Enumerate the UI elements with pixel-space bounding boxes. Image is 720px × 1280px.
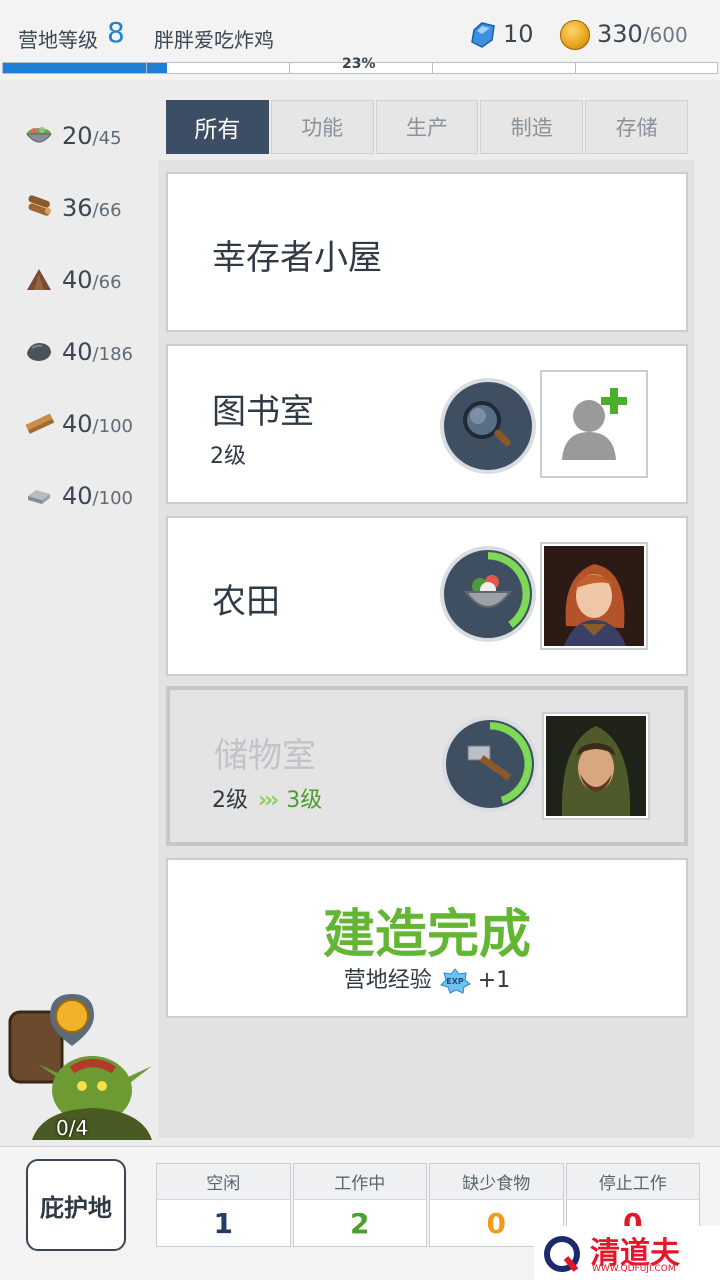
raid-count: 0/4 (56, 1116, 89, 1140)
camp-level-label: 营地等级 (18, 28, 98, 52)
building-name: 储物室 (214, 736, 316, 776)
watermark: 清道夫 WWW.QDFUJI.COM (534, 1226, 720, 1280)
worker-slot[interactable] (540, 542, 648, 650)
hammer-icon (467, 745, 512, 781)
add-worker-button[interactable] (540, 370, 648, 478)
camp-exp-progress-fill (3, 63, 168, 73)
gem-count: 10 (503, 20, 534, 48)
plank-icon (25, 413, 54, 434)
camp-exp-progress-text: 23% (342, 56, 376, 72)
building-name: 图书室 (212, 392, 314, 432)
exp-badge-icon: EXP (439, 968, 471, 994)
tab-all[interactable]: 所有 (166, 100, 269, 154)
resource-food[interactable]: 20/45 (20, 114, 160, 154)
building-name: 农田 (212, 582, 280, 622)
camp-level-value: 8 (107, 16, 125, 49)
shelter-button[interactable]: 庇护地 (26, 1159, 126, 1251)
build-complete-title: 建造完成 (322, 905, 531, 965)
metal-ingot-icon (28, 490, 50, 504)
building-card-farmland[interactable]: 农田 (166, 516, 688, 676)
resource-plank[interactable]: 40/100 (20, 402, 160, 442)
female-survivor-portrait (544, 546, 644, 646)
status-working[interactable]: 工作中 2 (292, 1163, 427, 1247)
worker-slot[interactable] (542, 712, 650, 820)
status-value: 2 (350, 1206, 370, 1240)
food-bowl-icon (464, 575, 512, 608)
svg-text:EXP: EXP (446, 977, 464, 986)
tab-production[interactable]: 生产 (375, 100, 479, 154)
wood-logs-icon (28, 195, 51, 216)
hooded-survivor-portrait (546, 716, 646, 816)
building-card-storage-room[interactable]: 储物室 2级 ››› 3级 (166, 686, 688, 846)
category-tabs: 所有 功能 生产 制造 存储 (166, 100, 688, 154)
watermark-logo-icon (544, 1236, 580, 1272)
camp-exp-reward: 营地经验 EXP +1 (343, 968, 511, 994)
upgrade-level-info: 2级 ››› 3级 (212, 788, 323, 813)
building-level: 2级 (210, 444, 246, 469)
resource-dirt[interactable]: 40/66 (20, 258, 160, 298)
status-idle[interactable]: 空闲 1 (156, 1163, 291, 1247)
resource-stone[interactable]: 40/186 (20, 330, 160, 370)
magnifier-icon (463, 401, 511, 447)
watermark-url: WWW.QDFUJI.COM (592, 1264, 676, 1274)
gem-icon[interactable] (468, 20, 498, 50)
build-complete-card[interactable]: 建造完成 营地经验 EXP +1 (166, 858, 688, 1018)
stone-icon (27, 343, 51, 361)
dirt-pile-icon (27, 269, 51, 290)
tab-storage[interactable]: 存储 (585, 100, 688, 154)
salad-bowl-icon (25, 127, 53, 143)
work-slot[interactable] (440, 378, 536, 474)
tab-crafting[interactable]: 制造 (480, 100, 584, 154)
building-card-survivor-hut[interactable]: 幸存者小屋 (166, 172, 688, 332)
coin-icon[interactable] (560, 20, 590, 50)
work-slot[interactable] (440, 546, 536, 642)
work-slot[interactable] (442, 716, 538, 812)
resource-metal[interactable]: 40/100 (20, 474, 160, 514)
tab-function[interactable]: 功能 (270, 100, 374, 154)
building-card-library[interactable]: 图书室 2级 (166, 344, 688, 504)
player-name[interactable]: 胖胖爱吃炸鸡 (154, 24, 274, 53)
coin-count: 330/600 (597, 20, 688, 48)
resource-wood[interactable]: 36/66 (20, 186, 160, 226)
add-worker-icon (562, 388, 627, 460)
building-name: 幸存者小屋 (212, 238, 382, 278)
status-value: 1 (213, 1206, 233, 1240)
top-bar: 营地等级 8 胖胖爱吃炸鸡 10 330/600 23% (0, 0, 720, 80)
